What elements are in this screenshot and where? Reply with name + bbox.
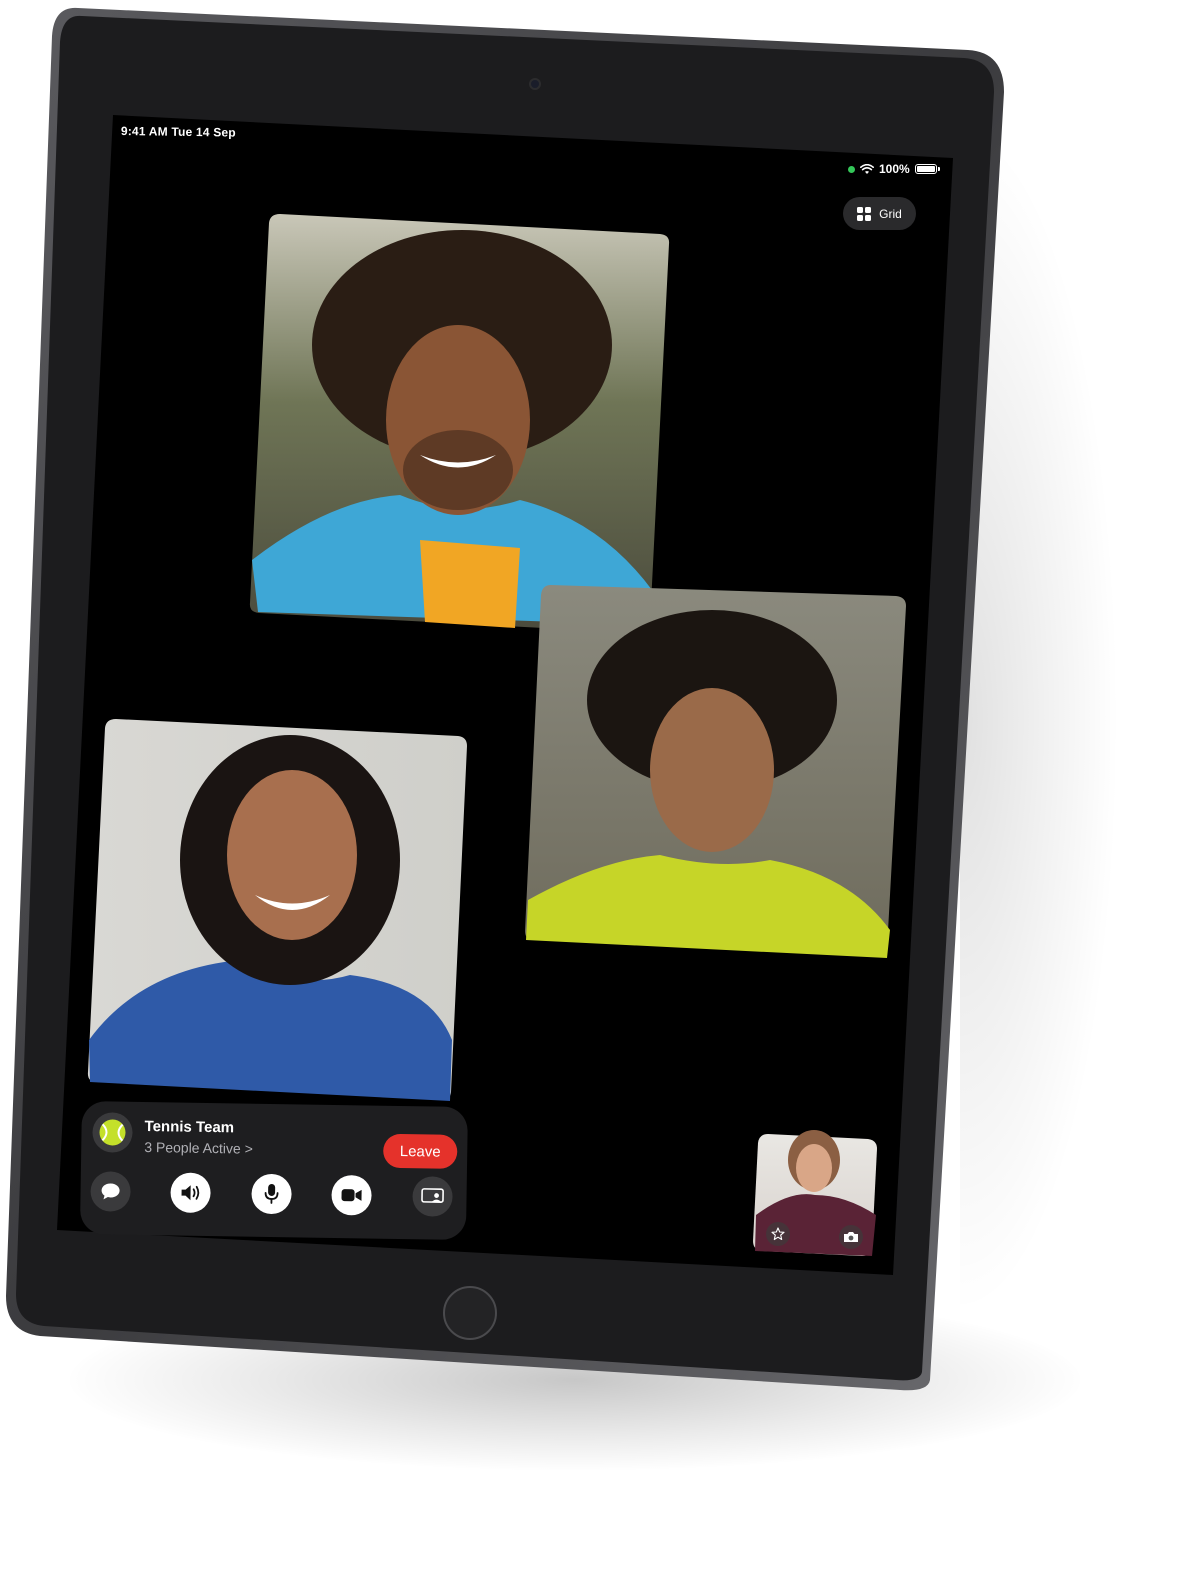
messages-button[interactable] [90,1171,131,1212]
flip-camera-icon [844,1232,858,1242]
shareplay-button[interactable] [412,1176,453,1217]
front-camera [531,80,539,88]
group-name: Tennis Team [144,1117,235,1137]
battery-icon [914,164,940,174]
microphone-button[interactable] [251,1173,292,1215]
shareplay-icon [421,1188,444,1203]
active-participants-link[interactable]: 3 People Active > [144,1139,253,1157]
grid-icon [857,206,872,221]
speaker-icon [181,1185,200,1201]
participant-tile-2 [525,585,906,958]
ipad-device: 9:41 AM Tue 14 Sep 100% Grid Tennis Team… [0,0,1188,1574]
status-time-date: 9:41 AM Tue 14 Sep [120,124,236,140]
microphone-icon [264,1183,279,1204]
recording-indicator [848,165,855,173]
participant-tile-3 [87,719,467,1101]
effects-star-icon [771,1227,785,1241]
grid-button-label: Grid [879,206,902,221]
wifi-icon [860,163,874,174]
video-camera-icon [341,1189,362,1202]
tennis-ball-icon [99,1119,126,1146]
product-image: 9:41 AM Tue 14 Sep 100% Grid Tennis Team… [0,0,1188,1574]
ipad-body [6,7,1004,1391]
home-button[interactable] [443,1286,497,1340]
message-bubble-icon [101,1183,120,1200]
battery-percentage: 100% [879,162,910,176]
speaker-button[interactable] [170,1172,211,1214]
status-indicators: 100% [848,162,940,176]
grid-layout-button[interactable]: Grid [843,197,916,230]
group-avatar [92,1112,133,1153]
flip-camera-button[interactable] [839,1225,863,1249]
video-button[interactable] [331,1174,372,1216]
effects-button[interactable] [766,1222,790,1246]
call-controls-panel: Tennis Team 3 People Active > Leave [79,1101,468,1241]
participant-tile-1 [249,214,670,634]
leave-button[interactable]: Leave [382,1133,458,1169]
